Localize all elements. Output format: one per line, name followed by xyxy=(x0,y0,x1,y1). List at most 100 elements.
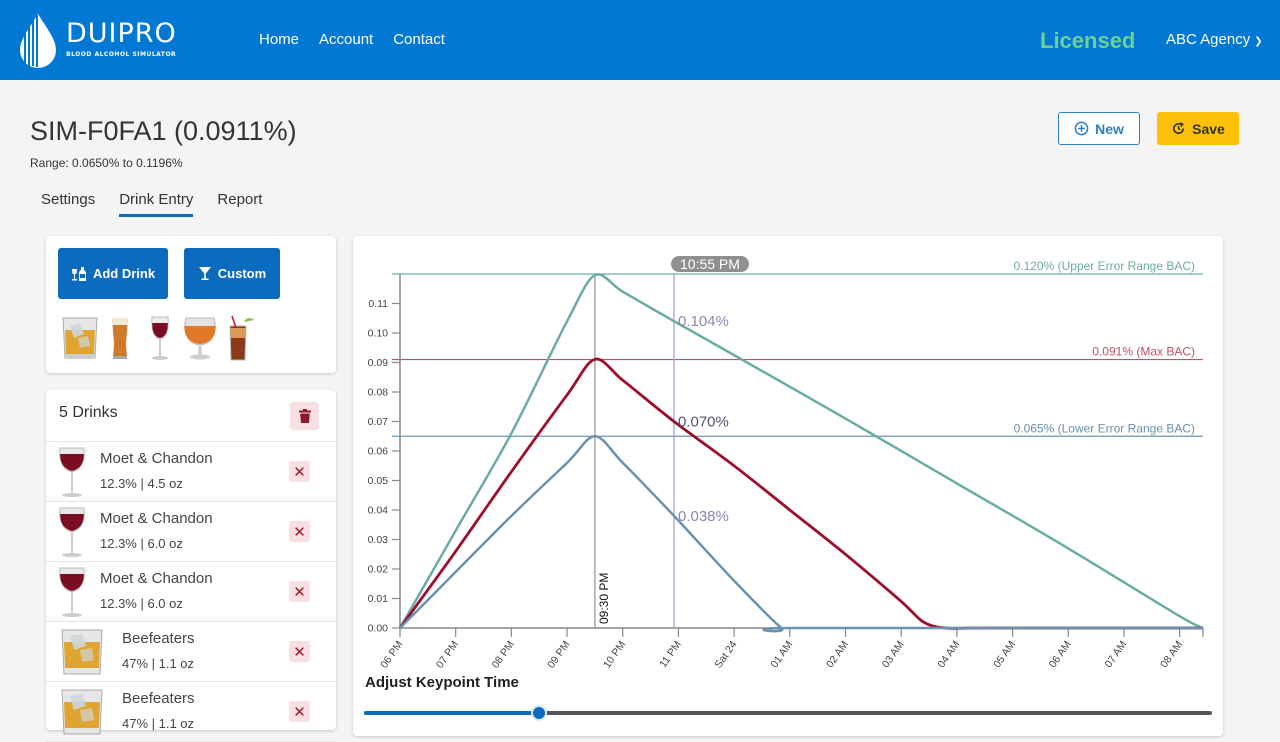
remove-drink-button[interactable]: ✕ xyxy=(289,641,310,662)
wine-glass-icon xyxy=(59,447,85,497)
slider-fill xyxy=(364,711,539,715)
y-tick-label: 0.01 xyxy=(368,593,389,605)
keypoint-time-label: 10:55 PM xyxy=(680,256,740,272)
bac-chart-panel: 0.120% (Upper Error Range BAC) 0.091% (Ma… xyxy=(353,236,1223,736)
peak-marker-label: 09:30 PM xyxy=(597,573,611,624)
nav-account[interactable]: Account xyxy=(319,31,373,48)
x-tick-label: 03 AM xyxy=(880,639,907,670)
rocks-glass-icon xyxy=(61,689,103,735)
drink-list-header: 5 Drinks xyxy=(46,390,336,442)
y-tick-label: 0.05 xyxy=(368,475,389,487)
close-icon: ✕ xyxy=(293,703,306,721)
x-tick-label: 06 AM xyxy=(1047,639,1074,670)
drink-name: Moet & Chandon xyxy=(100,570,213,587)
keypoint-time-slider[interactable] xyxy=(364,704,1212,721)
drink-list-item[interactable]: Moet & Chandon 12.3% | 6.0 oz ✕ xyxy=(46,502,336,562)
x-tick-label: 09 PM xyxy=(545,639,572,671)
series-line-upper-error-range-bac xyxy=(398,273,1204,630)
bac-range: Range: 0.0650% to 0.1196% xyxy=(30,156,183,170)
quick-drink-list xyxy=(60,314,260,362)
slider-label: Adjust Keypoint Time xyxy=(365,674,519,691)
drink-name: Beefeaters xyxy=(122,690,195,707)
remove-drink-button[interactable]: ✕ xyxy=(289,461,310,482)
y-tick-label: 0.09 xyxy=(368,357,389,369)
y-tick-label: 0.08 xyxy=(368,387,389,399)
x-tick-label: 11 PM xyxy=(657,639,684,670)
drink-list-item[interactable]: Beefeaters 47% | 1.1 oz ✕ xyxy=(46,682,336,742)
x-tick-label: 04 AM xyxy=(935,639,962,670)
y-tick-label: 0.04 xyxy=(368,505,389,517)
remove-drink-button[interactable]: ✕ xyxy=(289,521,310,542)
nav-contact[interactable]: Contact xyxy=(393,31,445,48)
save-label: Save xyxy=(1192,120,1225,137)
save-button[interactable]: Save xyxy=(1157,112,1239,145)
y-tick-label: 0.06 xyxy=(368,446,389,458)
tab-bar: Settings Drink Entry Report xyxy=(41,191,286,217)
custom-drink-button[interactable]: Custom xyxy=(184,248,280,299)
trash-icon xyxy=(298,409,311,423)
delete-all-button[interactable] xyxy=(290,402,319,430)
account-dropdown[interactable]: ABC Agency ❯ xyxy=(1166,31,1263,48)
keypoint-value-label: 0.038% xyxy=(678,508,729,525)
y-tick-label: 0.02 xyxy=(368,564,389,576)
keypoint-value-label: 0.070% xyxy=(678,414,729,431)
reference-line-label: 0.065% (Lower Error Range BAC) xyxy=(1014,421,1195,435)
drink-list-item[interactable]: Moet & Chandon 12.3% | 4.5 oz ✕ xyxy=(46,442,336,502)
drink-info: 47% | 1.1 oz xyxy=(122,716,195,731)
beer-pint-icon[interactable] xyxy=(100,314,140,362)
series-line-lower-error-range-bac xyxy=(399,434,1203,633)
x-tick-label: 07 PM xyxy=(434,639,461,671)
x-tick-label: 06 PM xyxy=(378,639,405,671)
custom-label: Custom xyxy=(217,266,267,281)
new-button[interactable]: New xyxy=(1058,112,1140,145)
red-wine-glass-icon[interactable] xyxy=(140,314,180,362)
brand-name: DUIPRO xyxy=(66,18,177,49)
add-drink-label: Add Drink xyxy=(92,266,156,281)
nav-home[interactable]: Home xyxy=(259,31,299,48)
cocktail-icon xyxy=(198,267,211,280)
drink-count: 5 Drinks xyxy=(59,404,118,421)
drink-name: Moet & Chandon xyxy=(100,450,213,467)
drink-name: Moet & Chandon xyxy=(100,510,213,527)
tab-settings[interactable]: Settings xyxy=(41,191,95,217)
drink-list-item[interactable]: Beefeaters 47% | 1.1 oz ✕ xyxy=(46,622,336,682)
tab-drink-entry[interactable]: Drink Entry xyxy=(119,191,194,217)
whiskey-glass-icon[interactable] xyxy=(60,314,100,362)
bac-chart: 0.120% (Upper Error Range BAC) 0.091% (Ma… xyxy=(368,256,1204,671)
cocktail-highball-icon[interactable] xyxy=(220,314,260,362)
drop-logo-icon xyxy=(20,14,56,68)
reference-line-label: 0.120% (Upper Error Range BAC) xyxy=(1014,259,1195,273)
y-tick-label: 0.07 xyxy=(368,416,389,428)
remove-drink-button[interactable]: ✕ xyxy=(289,701,310,722)
x-tick-label: 01 AM xyxy=(768,639,795,670)
close-icon: ✕ xyxy=(293,583,306,601)
y-tick-label: 0.10 xyxy=(368,328,389,340)
tab-report[interactable]: Report xyxy=(217,191,262,217)
reference-line-label: 0.091% (Max BAC) xyxy=(1092,345,1195,359)
add-drink-button[interactable]: Add Drink xyxy=(58,248,168,299)
nav-links: Home Account Contact xyxy=(259,31,465,48)
series-line-max-bac xyxy=(398,357,1203,630)
x-tick-label: 08 AM xyxy=(1158,639,1185,670)
drink-name: Beefeaters xyxy=(122,630,195,647)
wine-glass-icon xyxy=(59,507,85,557)
drink-info: 12.3% | 6.0 oz xyxy=(100,596,183,611)
brand-tagline: BLOOD ALCOHOL SIMULATOR xyxy=(66,51,177,58)
new-label: New xyxy=(1095,120,1124,137)
brand-logo[interactable]: DUIPRO BLOOD ALCOHOL SIMULATOR xyxy=(18,12,198,70)
drink-info: 47% | 1.1 oz xyxy=(122,656,195,671)
drink-list-item[interactable]: Moet & Chandon 12.3% | 6.0 oz ✕ xyxy=(46,562,336,622)
plus-circle-icon xyxy=(1074,121,1089,136)
license-status: Licensed xyxy=(1040,28,1136,53)
wine-glass-icon xyxy=(59,567,85,617)
bottle-glass-icon xyxy=(71,266,86,281)
snifter-ale-icon[interactable] xyxy=(180,314,220,362)
remove-drink-button[interactable]: ✕ xyxy=(289,581,310,602)
chevron-down-icon: ❯ xyxy=(1254,36,1263,47)
save-clock-icon xyxy=(1173,122,1185,135)
slider-handle[interactable] xyxy=(530,705,547,721)
drink-info: 12.3% | 4.5 oz xyxy=(100,476,183,491)
x-tick-label: 07 AM xyxy=(1102,639,1129,670)
page-title: SIM-F0FA1 (0.0911%) xyxy=(30,116,297,146)
y-tick-label: 0.11 xyxy=(368,298,388,310)
